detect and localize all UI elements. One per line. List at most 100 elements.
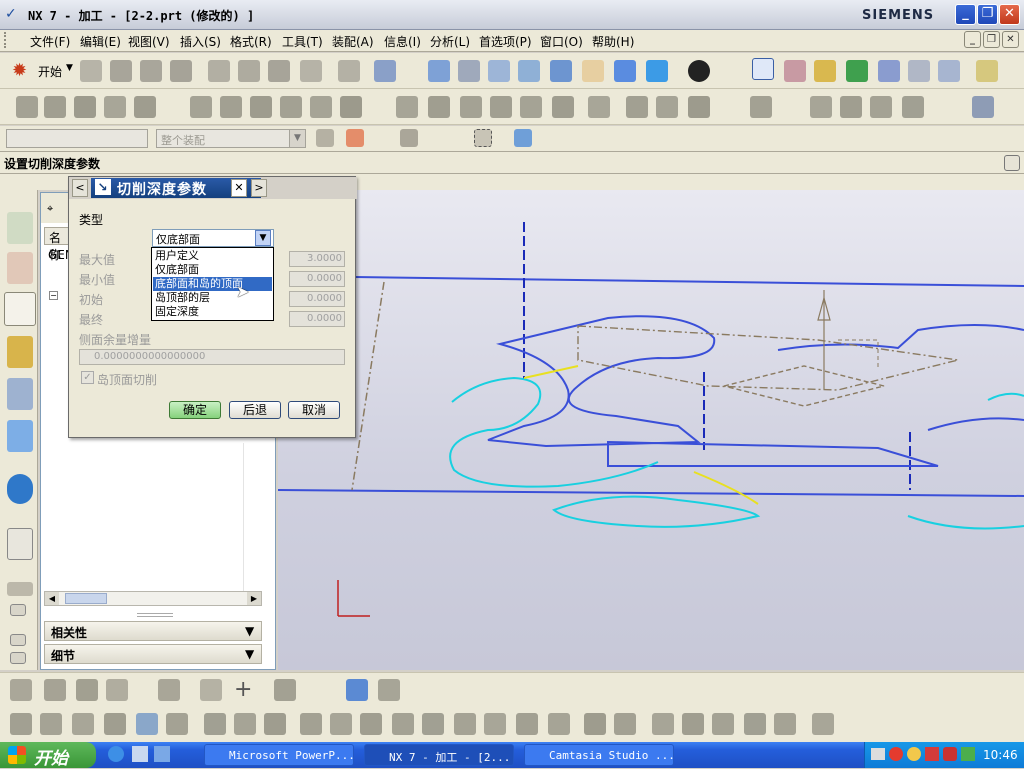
tray-network-icon[interactable] [961,747,975,761]
taskbar-item-nx[interactable]: NX 7 - 加工 - [2... [364,744,514,766]
option-island-top-levels[interactable]: 岛顶部的层 [153,291,272,305]
feeds-icon[interactable] [626,96,648,118]
tray-app-icon[interactable] [925,747,939,761]
scroll-down-icon[interactable] [10,634,26,646]
history-icon[interactable] [7,582,33,596]
feature-7-icon[interactable] [204,713,226,735]
curve-tool-icon[interactable] [158,679,180,701]
taskbar-item-camtasia[interactable]: Camtasia Studio ... [524,744,674,766]
type-dropdown[interactable]: 仅底部面 ▼ [152,229,274,247]
copy-icon[interactable] [238,60,260,82]
create-tool-icon[interactable] [44,96,66,118]
transform-icon[interactable] [520,96,542,118]
tray-app-icon[interactable] [943,747,957,761]
doc-max-button[interactable]: ❐ [983,31,1000,48]
island-top-checkbox[interactable]: ✓ [81,371,94,384]
expand-icon[interactable]: − [49,291,58,300]
dialog-back-arrow-icon[interactable]: < [72,179,88,197]
feature-14-icon[interactable] [422,713,444,735]
program-order-view-icon[interactable] [190,96,212,118]
close-button[interactable]: ✕ [999,4,1020,25]
cancel-button[interactable]: 取消 [288,401,340,419]
info-window-icon[interactable] [7,474,33,504]
feature-10-icon[interactable] [300,713,322,735]
assembly-navigator-icon[interactable] [7,212,33,244]
cue-line-toggle-icon[interactable] [1004,155,1020,171]
path-display-icon[interactable] [396,96,418,118]
feature-5-icon[interactable] [136,713,158,735]
render-style-icon[interactable] [688,60,710,82]
feature-9-icon[interactable] [264,713,286,735]
scroll-thumb[interactable] [65,593,107,604]
scroll-up-icon[interactable] [10,604,26,616]
graphics-window[interactable] [278,190,1024,670]
feature-icon[interactable] [750,96,772,118]
feature-25-icon[interactable] [774,713,796,735]
minimize-button[interactable]: _ [955,4,976,25]
feature-21-icon[interactable] [652,713,674,735]
dialog-close-icon[interactable]: ✕ [231,179,247,197]
tray-app-icon[interactable] [907,747,921,761]
menu-format[interactable]: 格式(R) [230,33,272,49]
related-section[interactable]: 相关性 ▼ [44,621,262,641]
boolean-icon[interactable] [810,96,832,118]
machine-tool-view-icon[interactable] [220,96,242,118]
feature-18-icon[interactable] [548,713,570,735]
details-section[interactable]: 细节 ▼ [44,644,262,664]
rotate-icon[interactable] [550,60,572,82]
feature-26-icon[interactable] [812,713,834,735]
zoom-icon[interactable] [518,60,540,82]
horizontal-scrollbar[interactable]: ◀ ▶ [44,591,262,606]
web-browser-icon[interactable] [7,528,33,560]
menu-preferences[interactable]: 首选项(P) [479,33,532,49]
open-file-icon[interactable] [110,60,132,82]
save-icon[interactable] [140,60,162,82]
menu-insert[interactable]: 插入(S) [180,33,221,49]
feature-1-icon[interactable] [10,713,32,735]
taskbar-item-powerpoint[interactable]: Microsoft PowerP... [204,744,354,766]
feature-12-icon[interactable] [360,713,382,735]
extrude-icon[interactable] [902,96,924,118]
new-file-icon[interactable] [80,60,102,82]
post-process-icon[interactable] [908,60,930,82]
paste-icon[interactable] [268,60,290,82]
wcs-icon[interactable] [752,58,774,80]
curve-rule-icon[interactable] [400,129,418,147]
feature-24-icon[interactable] [744,713,766,735]
datum-tool-icon[interactable] [274,679,296,701]
point-snap-icon[interactable] [346,129,364,147]
mcs-icon[interactable] [814,60,836,82]
blend-icon[interactable] [870,96,892,118]
operation-navigator-icon[interactable] [4,292,36,326]
undo-icon[interactable] [338,60,360,82]
feature-22-icon[interactable] [682,713,704,735]
orient-view-icon[interactable] [646,60,668,82]
zoom-box-icon[interactable] [488,60,510,82]
edit-op-icon[interactable] [340,96,362,118]
menu-assembly[interactable]: 装配(A) [332,33,374,49]
quicklaunch-icon[interactable] [132,746,148,762]
grid-tool-icon[interactable] [106,679,128,701]
menu-analysis[interactable]: 分析(L) [430,33,470,49]
print-icon[interactable] [170,60,192,82]
feature-19-icon[interactable] [584,713,606,735]
create-operation-icon[interactable] [134,96,156,118]
menu-view[interactable]: 视图(V) [128,33,170,49]
plus-icon[interactable]: + [234,677,252,702]
chevron-down-icon[interactable]: ▼ [245,624,254,638]
max-value-field[interactable]: 3.0000 [289,251,345,267]
feature-2-icon[interactable] [40,713,62,735]
menu-window[interactable]: 窗口(O) [540,33,583,49]
list-path-icon[interactable] [460,96,482,118]
feature-16-icon[interactable] [484,713,506,735]
create-method-icon[interactable] [104,96,126,118]
doc-close-button[interactable]: ✕ [1002,31,1019,48]
initial-field[interactable]: 0.0000 [289,291,345,307]
ie-icon[interactable] [108,746,124,762]
machine-navigator-icon[interactable] [7,378,33,410]
cut-icon[interactable] [208,60,230,82]
constraint-navigator-icon[interactable] [7,252,33,284]
ok-button[interactable]: 确定 [169,401,221,419]
select-icon[interactable] [374,60,396,82]
create-program-icon[interactable] [16,96,38,118]
